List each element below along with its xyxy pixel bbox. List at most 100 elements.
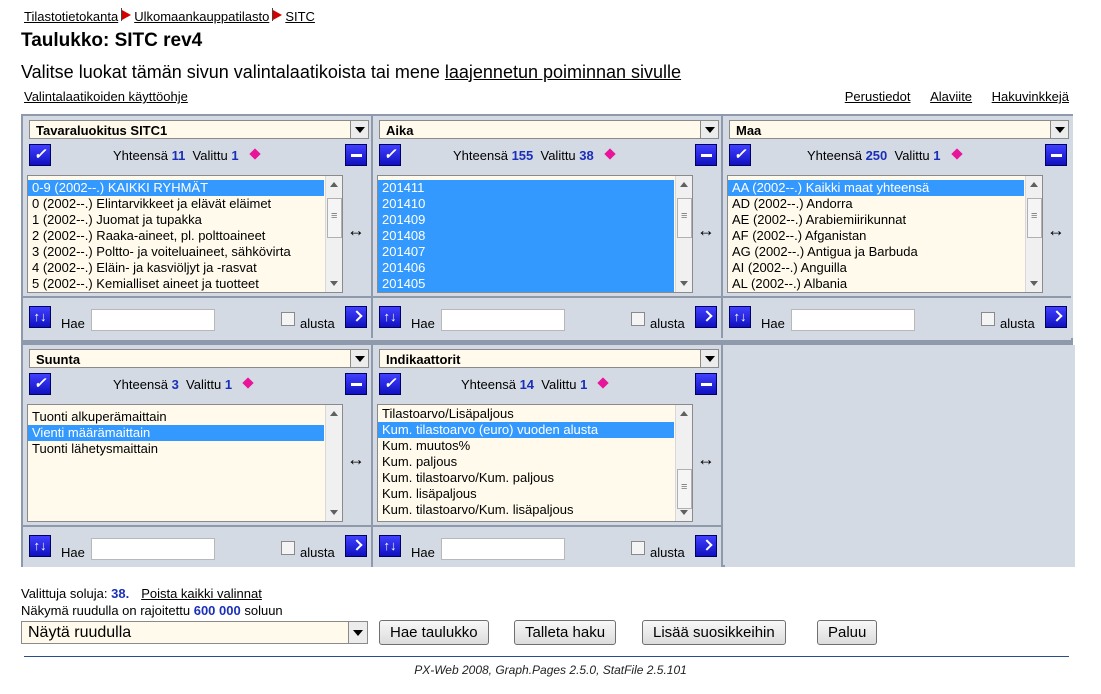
vertical-scrollbar[interactable]: [675, 405, 692, 521]
list-option[interactable]: Tilastoarvo/Lisäpaljous: [378, 406, 674, 422]
search-go-button[interactable]: [345, 306, 367, 328]
list-option[interactable]: 201410: [378, 196, 674, 212]
scrollbar-thumb[interactable]: [677, 198, 692, 238]
sort-button[interactable]: ↑↓: [29, 306, 51, 328]
vertical-scrollbar[interactable]: [1025, 176, 1042, 292]
list-option[interactable]: 1 (2002--.) Juomat ja tupakka: [28, 212, 324, 228]
scrollbar-thumb[interactable]: [677, 469, 692, 509]
list-option[interactable]: Kum. muutos%: [378, 438, 674, 454]
scroll-up-icon[interactable]: [1030, 182, 1038, 187]
resize-arrows-icon[interactable]: ↔: [1047, 220, 1065, 241]
value-listbox[interactable]: AA (2002--.) Kaikki maat yhteensä AD (200…: [727, 175, 1043, 293]
search-input[interactable]: [791, 309, 915, 331]
output-format-select[interactable]: Näytä ruudulla: [21, 621, 368, 644]
scroll-up-icon[interactable]: [330, 411, 338, 416]
search-go-button[interactable]: [695, 535, 717, 557]
breadcrumb-link-ulkomaankauppatilasto[interactable]: Ulkomaankauppatilasto: [134, 9, 269, 24]
list-option[interactable]: 201407: [378, 244, 674, 260]
breadcrumb-link-tilastotietokanta[interactable]: Tilastotietokanta: [24, 9, 118, 24]
scroll-up-icon[interactable]: [680, 411, 688, 416]
value-listbox[interactable]: 201411 201410 201409 201408 201407 201406 2014…: [377, 175, 693, 293]
scroll-up-icon[interactable]: [680, 182, 688, 187]
list-option[interactable]: 4 (2002--.) Eläin- ja kasviöljyt ja -ras…: [28, 260, 324, 276]
list-option[interactable]: 201411: [378, 180, 674, 196]
list-option[interactable]: AD (2002--.) Andorra: [728, 196, 1024, 212]
add-favorite-button[interactable]: Lisää suosikkeihin: [642, 620, 786, 645]
search-input[interactable]: [91, 309, 215, 331]
from-start-checkbox[interactable]: [281, 312, 295, 326]
extended-selection-link[interactable]: laajennetun poiminnan sivulle: [445, 62, 681, 82]
search-input[interactable]: [91, 538, 215, 560]
list-option[interactable]: AL (2002--.) Albania: [728, 276, 1024, 292]
list-option[interactable]: Kum. tilastoarvo/Kum. lisäpaljous: [378, 502, 674, 518]
resize-arrows-icon[interactable]: ↔: [697, 449, 715, 470]
from-start-checkbox[interactable]: [281, 541, 295, 555]
list-option[interactable]: AI (2002--.) Anguilla: [728, 260, 1024, 276]
select-all-button[interactable]: ✓: [379, 373, 401, 395]
help-link[interactable]: Valintalaatikoiden käyttöohje: [24, 89, 188, 104]
list-option[interactable]: AF (2002--.) Afganistan: [728, 228, 1024, 244]
select-all-button[interactable]: ✓: [729, 144, 751, 166]
link-alaviite[interactable]: Alaviite: [930, 89, 972, 104]
deselect-all-button[interactable]: [345, 373, 367, 395]
list-option[interactable]: Tuonti lähetysmaittain: [28, 441, 324, 457]
scroll-down-icon[interactable]: [680, 281, 688, 286]
breadcrumb-link-sitc[interactable]: SITC: [285, 9, 315, 24]
list-option[interactable]: Kum. tilastoarvo (euro) vuoden alusta: [378, 422, 674, 438]
value-listbox[interactable]: Tilastoarvo/Lisäpaljous Kum. tilastoarvo …: [377, 404, 693, 522]
save-query-button[interactable]: Talleta haku: [514, 620, 617, 645]
search-go-button[interactable]: [345, 535, 367, 557]
list-option[interactable]: 2 (2002--.) Raaka-aineet, pl. polttoaine…: [28, 228, 324, 244]
vertical-scrollbar[interactable]: [325, 405, 342, 521]
select-all-button[interactable]: ✓: [29, 144, 51, 166]
list-option[interactable]: AA (2002--.) Kaikki maat yhteensä: [728, 180, 1024, 196]
scrollbar-thumb[interactable]: [1027, 198, 1042, 238]
back-button[interactable]: Paluu: [817, 620, 878, 645]
sort-button[interactable]: ↑↓: [29, 535, 51, 557]
list-option[interactable]: Kum. tilastoarvo/Kum. paljous: [378, 470, 674, 486]
list-option[interactable]: 201406: [378, 260, 674, 276]
list-option[interactable]: 5 (2002--.) Kemialliset aineet ja tuotte…: [28, 276, 324, 292]
from-start-checkbox[interactable]: [981, 312, 995, 326]
deselect-all-button[interactable]: [345, 144, 367, 166]
list-option[interactable]: Vienti määrämaittain: [28, 425, 324, 441]
vertical-scrollbar[interactable]: [325, 176, 342, 292]
variable-dropdown[interactable]: Maa: [729, 120, 1069, 139]
select-all-button[interactable]: ✓: [379, 144, 401, 166]
from-start-checkbox[interactable]: [631, 541, 645, 555]
deselect-all-button[interactable]: [1045, 144, 1067, 166]
link-hakuvinkkeja[interactable]: Hakuvinkkejä: [992, 89, 1069, 104]
deselect-all-button[interactable]: [695, 373, 717, 395]
list-option[interactable]: 201405: [378, 276, 674, 292]
resize-arrows-icon[interactable]: ↔: [697, 220, 715, 241]
list-option[interactable]: 3 (2002--.) Poltto- ja voiteluaineet, sä…: [28, 244, 324, 260]
list-option[interactable]: Tuonti alkuperämaittain: [28, 409, 324, 425]
list-option[interactable]: 0 (2002--.) Elintarvikkeet ja elävät elä…: [28, 196, 324, 212]
resize-arrows-icon[interactable]: ↔: [347, 449, 365, 470]
list-option[interactable]: 201409: [378, 212, 674, 228]
sort-button[interactable]: ↑↓: [729, 306, 751, 328]
link-perustiedot[interactable]: Perustiedot: [845, 89, 911, 104]
fetch-table-button[interactable]: Hae taulukko: [379, 620, 489, 645]
resize-arrows-icon[interactable]: ↔: [347, 220, 365, 241]
variable-dropdown[interactable]: Suunta: [29, 349, 369, 368]
list-option[interactable]: AG (2002--.) Antigua ja Barbuda: [728, 244, 1024, 260]
sort-button[interactable]: ↑↓: [379, 535, 401, 557]
search-input[interactable]: [441, 309, 565, 331]
scrollbar-thumb[interactable]: [327, 198, 342, 238]
list-option[interactable]: AE (2002--.) Arabiemiirikunnat: [728, 212, 1024, 228]
variable-dropdown[interactable]: Tavaraluokitus SITC1: [29, 120, 369, 139]
select-all-button[interactable]: ✓: [29, 373, 51, 395]
deselect-all-button[interactable]: [695, 144, 717, 166]
search-go-button[interactable]: [1045, 306, 1067, 328]
list-option[interactable]: Kum. lisäpaljous: [378, 486, 674, 502]
vertical-scrollbar[interactable]: [675, 176, 692, 292]
scroll-down-icon[interactable]: [680, 510, 688, 515]
scroll-down-icon[interactable]: [330, 510, 338, 515]
from-start-checkbox[interactable]: [631, 312, 645, 326]
variable-dropdown[interactable]: Aika: [379, 120, 719, 139]
list-option[interactable]: 0-9 (2002--.) KAIKKI RYHMÄT: [28, 180, 324, 196]
scroll-up-icon[interactable]: [330, 182, 338, 187]
scroll-down-icon[interactable]: [1030, 281, 1038, 286]
clear-selections-link[interactable]: Poista kaikki valinnat: [141, 586, 262, 601]
